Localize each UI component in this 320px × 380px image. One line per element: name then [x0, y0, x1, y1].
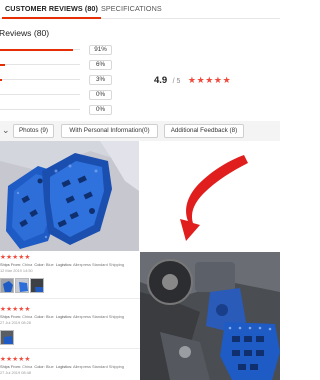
review-date: 27 Jul 2019 08:48	[0, 370, 31, 375]
rating-breakdown-row[interactable]: 91%	[0, 45, 115, 55]
rating-breakdown-row[interactable]: 3%	[0, 75, 115, 85]
review-stars-icon: ★★★★★	[0, 356, 31, 363]
rating-bar-track	[0, 63, 80, 66]
rating-out-of: / 5	[172, 78, 181, 85]
color-value: Blue	[45, 364, 54, 369]
review-thumbnail[interactable]	[30, 278, 44, 293]
rating-breakdown-row[interactable]: 0%	[0, 105, 115, 115]
ships-from-label: Ships From:	[0, 314, 21, 319]
rating-bar-track	[0, 78, 80, 81]
review-thumbnail[interactable]	[0, 278, 14, 293]
rating-bar-track	[0, 48, 80, 51]
rating-bar-fill	[0, 48, 73, 51]
thumbnail-image	[16, 279, 28, 292]
filter-personal-info-button[interactable]: With Personal Information(0)	[61, 124, 158, 138]
ships-from-value: China	[22, 364, 33, 369]
overall-rating: 4.9 / 5 ★★★★★	[154, 70, 231, 88]
footpegs-photo-image	[0, 141, 139, 251]
review-date: 12 Mar 2019 14:50	[0, 268, 33, 273]
color-value: Blue	[45, 262, 54, 267]
logistics-label: Logistics:	[55, 262, 73, 267]
review-photo-installed[interactable]	[140, 252, 280, 380]
review-meta: Ships From: China Color: Blue Logistics:…	[0, 314, 140, 319]
rating-percent: 3%	[89, 75, 112, 85]
rating-stars-icon: ★★★★★	[187, 75, 232, 85]
active-tab-underline	[2, 17, 102, 19]
thumbnail-image	[1, 279, 13, 292]
review-divider	[0, 348, 140, 349]
rating-breakdown-row[interactable]: 0%	[0, 90, 115, 100]
red-arrow-icon	[140, 141, 280, 251]
review-filter-bar: ⌄ Photos (9) With Personal Information(0…	[0, 121, 280, 141]
review-stars-icon: ★★★★★	[0, 254, 31, 261]
rating-percent: 6%	[89, 60, 112, 70]
review-photo[interactable]	[0, 141, 139, 251]
reviews-heading: Reviews (80)	[0, 28, 50, 38]
ships-from-value: China	[22, 314, 33, 319]
review-thumbnail[interactable]	[0, 330, 14, 345]
rating-percent: 0%	[89, 90, 112, 100]
logistics-value: Aliexpress Standard Shipping	[72, 364, 125, 369]
rating-bar-fill	[0, 78, 3, 81]
installed-footpeg-image	[140, 252, 280, 380]
rating-breakdown-row[interactable]: 6%	[0, 60, 115, 70]
logistics-value: Aliexpress Standard Shipping	[72, 314, 125, 319]
rating-bar-track	[0, 94, 80, 95]
chevron-down-icon[interactable]: ⌄	[2, 125, 10, 136]
logistics-label: Logistics:	[55, 364, 73, 369]
color-value: Blue	[45, 314, 54, 319]
logistics-label: Logistics:	[55, 314, 73, 319]
filter-photos-button[interactable]: Photos (9)	[13, 124, 54, 138]
filter-additional-feedback-button[interactable]: Additional Feedback (8)	[164, 124, 244, 138]
rating-percent: 0%	[89, 105, 112, 115]
ships-from-value: China	[22, 262, 33, 267]
review-entry: ★★★★★ Ships From: China Color: Blue Logi…	[0, 355, 140, 375]
review-stars-icon: ★★★★★	[0, 306, 31, 313]
color-label: Color:	[34, 314, 45, 319]
tab-customer-reviews-label: CUSTOMER REVIEWS (80)	[5, 4, 99, 13]
review-entry: ★★★★★ Ships From: China Color: Blue Logi…	[0, 305, 140, 325]
tab-customer-reviews[interactable]: CUSTOMER REVIEWS (80)	[2, 4, 102, 19]
thumbnail-image	[1, 331, 13, 344]
review-thumbnail[interactable]	[15, 278, 29, 293]
review-meta: Ships From: China Color: Blue Logistics:…	[0, 262, 140, 267]
review-photo-arrow[interactable]	[140, 141, 280, 251]
review-tabs: CUSTOMER REVIEWS (80) SPECIFICATIONS	[0, 0, 280, 19]
tab-specifications-label: SPECIFICATIONS	[101, 4, 162, 13]
rating-score: 4.9	[154, 75, 168, 86]
review-entry: ★★★★★ Ships From: China Color: Blue Logi…	[0, 253, 140, 273]
color-label: Color:	[34, 364, 45, 369]
color-label: Color:	[34, 262, 45, 267]
ships-from-label: Ships From:	[0, 262, 21, 267]
rating-bar-track	[0, 109, 80, 110]
review-divider	[0, 298, 140, 299]
review-date: 27 Jul 2019 08:28	[0, 320, 31, 325]
thumbnail-image	[31, 279, 43, 292]
logistics-value: Aliexpress Standard Shipping	[72, 262, 125, 267]
rating-percent: 91%	[89, 45, 112, 55]
rating-bar-fill	[0, 63, 5, 66]
tab-specifications[interactable]: SPECIFICATIONS	[101, 4, 162, 13]
review-meta: Ships From: China Color: Blue Logistics:…	[0, 364, 140, 369]
ships-from-label: Ships From:	[0, 364, 21, 369]
